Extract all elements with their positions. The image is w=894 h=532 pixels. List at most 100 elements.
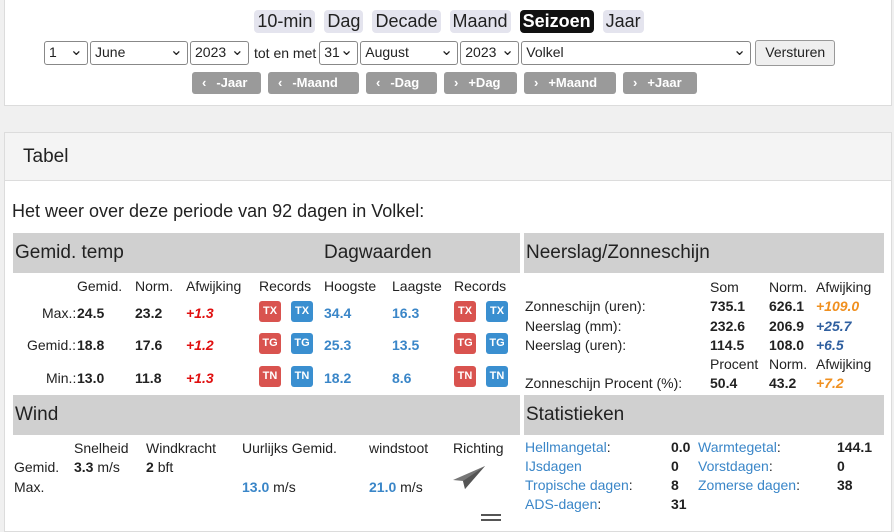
temp-avg-dev: +1.2 (186, 337, 214, 353)
nav-next-year-button[interactable]: › +Jaar (623, 72, 697, 94)
record-high-badge[interactable]: TN (454, 366, 476, 387)
period-nav: ‹ -Jaar ‹ -Maand ‹ -Dag › +Dag › +Maand › +Jaar (192, 72, 704, 94)
stat-summer-value: 38 (837, 477, 853, 493)
wind-direction-arrow-icon (453, 466, 485, 489)
nav-prev-day-button[interactable]: ‹ -Dag (366, 72, 437, 94)
stat-warmth: Warmtegetal: (698, 439, 781, 455)
tab-decade[interactable]: Decade (372, 10, 441, 33)
sunshine-pct: 50.4 (710, 375, 738, 391)
chevron-right-icon: › (633, 75, 638, 90)
record-low-badge[interactable]: TX (291, 301, 313, 322)
wind-max-label: Max. (14, 479, 45, 495)
stat-link[interactable]: Hellmangetal (525, 439, 607, 455)
start-month-select[interactable]: June (90, 41, 188, 65)
temp-header-records: Records (259, 278, 312, 294)
record-high-badge[interactable]: TX (259, 301, 281, 322)
submit-button[interactable]: Versturen (755, 40, 836, 66)
tab-maand[interactable]: Maand (449, 10, 511, 33)
stat-link[interactable]: Tropische dagen (525, 477, 629, 493)
sunshine-pct-norm: 43.2 (769, 375, 797, 391)
nav-prev-year-button[interactable]: ‹ -Jaar (192, 72, 261, 94)
tab-dag[interactable]: Dag (324, 10, 364, 33)
precip-mm-norm: 206.9 (769, 318, 805, 334)
wind-avg-speed: 3.3 m/s (74, 459, 120, 475)
period-tabs: 10-min Dag Decade Maand Seizoen Jaar (5, 10, 893, 33)
nav-prev-month-button[interactable]: ‹ -Maand (268, 72, 359, 94)
record-high-badge[interactable]: TG (259, 333, 281, 354)
stat-link[interactable]: Vorstdagen (698, 458, 769, 474)
chevron-down-icon (440, 46, 453, 58)
record-low-badge[interactable]: TN (486, 366, 508, 387)
pct-header-dev: Afwijking (816, 356, 872, 372)
chevron-down-icon (70, 46, 83, 58)
start-day-select[interactable]: 1 (44, 41, 88, 65)
stat-tropical-value: 8 (671, 477, 679, 493)
end-day-select[interactable]: 31 (319, 41, 359, 65)
temp-row-label: Min.: (46, 370, 77, 386)
stat-link[interactable]: Zomerse dagen (698, 477, 796, 493)
stat-hellman: Hellmangetal: (525, 439, 611, 455)
record-low-badge[interactable]: TG (291, 333, 313, 354)
period-selector-card: 10-min Dag Decade Maand Seizoen Jaar 1Ju… (4, 0, 892, 106)
temp-header-avg: Gemid. (77, 278, 123, 294)
sunshine-pct-dev: +7.2 (816, 375, 844, 391)
wind-avg-label: Gemid. (14, 459, 60, 475)
chevron-left-icon: ‹ (202, 75, 207, 90)
end-year-select[interactable]: 2023 (460, 41, 520, 65)
station-select[interactable]: Volkel (521, 41, 752, 65)
temp-max-avg: 24.5 (77, 305, 105, 321)
stat-link[interactable]: IJsdagen (525, 458, 582, 474)
chevron-down-icon (231, 46, 244, 58)
chevron-down-icon (733, 46, 746, 58)
chevron-down-icon (340, 46, 353, 58)
tab-jaar[interactable]: Jaar (602, 10, 644, 33)
wind-header-speed: Snelheid (74, 440, 129, 456)
nav-next-month-button[interactable]: › +Maand (524, 72, 616, 94)
stat-link[interactable]: ADS-dagen (525, 496, 597, 512)
temp-header-low: Laagste (392, 278, 442, 294)
stats-section-header: Statistieken (524, 395, 884, 435)
temp-row-label: Max.: (42, 305, 77, 321)
precip-title: Neerslag/Zonneschijn (526, 242, 710, 263)
sunshine-hours-dev: +109.0 (816, 298, 860, 314)
record-low-badge[interactable]: TX (486, 301, 508, 322)
temp-row-label: Gemid.: (27, 337, 77, 353)
table-card: Tabel Het weer over deze periode van 92 … (4, 132, 892, 532)
temp-min-norm: 11.8 (135, 370, 162, 386)
wind-avg-force: 2 bft (146, 459, 174, 475)
pct-header-pct: Procent (710, 356, 759, 372)
wind-section-header: Wind (13, 395, 520, 435)
temp-header-high: Hoogste (324, 278, 377, 294)
precip-hours-dev: +6.5 (816, 337, 844, 353)
chevron-left-icon: ‹ (376, 75, 381, 90)
record-low-badge[interactable]: TG (486, 333, 508, 354)
temp-min-dev: +1.3 (186, 370, 214, 386)
temp-avg-low: 13.5 (392, 337, 420, 353)
temp-header-dev: Afwijking (186, 278, 242, 294)
tab-10min[interactable]: 10-min (254, 10, 316, 33)
temp-header-norm: Norm. (135, 278, 174, 294)
wind-header-gust: windstoot (369, 440, 429, 456)
tab-seizoen[interactable]: Seizoen (519, 10, 594, 33)
wind-max-gust: 21.0 m/s (369, 479, 423, 495)
nav-next-day-button[interactable]: › +Dag (444, 72, 517, 94)
sunshine-hours-norm: 626.1 (769, 298, 805, 314)
precip-header-norm: Norm. (769, 279, 808, 295)
precip-mm-sum: 232.6 (710, 318, 746, 334)
record-low-badge[interactable]: TN (291, 366, 313, 387)
temp-max-low: 16.3 (392, 305, 420, 321)
precip-row-label: Neerslag (uren): (525, 337, 627, 353)
end-month-select[interactable]: August (360, 41, 459, 65)
chevron-right-icon: › (534, 75, 539, 90)
temp-header-records-2: Records (454, 278, 507, 294)
temp-avg-avg: 18.8 (77, 337, 105, 353)
stat-link[interactable]: Warmtegetal (698, 439, 777, 455)
start-year-select[interactable]: 2023 (190, 41, 249, 65)
precip-row-label: Zonneschijn (uren): (525, 298, 646, 314)
wind-header-force: Windkracht (146, 440, 217, 456)
record-high-badge[interactable]: TN (259, 366, 281, 387)
range-between-label: tot en met (254, 45, 317, 61)
record-high-badge[interactable]: TG (454, 333, 476, 354)
record-high-badge[interactable]: TX (454, 301, 476, 322)
temp-min-high: 18.2 (324, 370, 352, 386)
